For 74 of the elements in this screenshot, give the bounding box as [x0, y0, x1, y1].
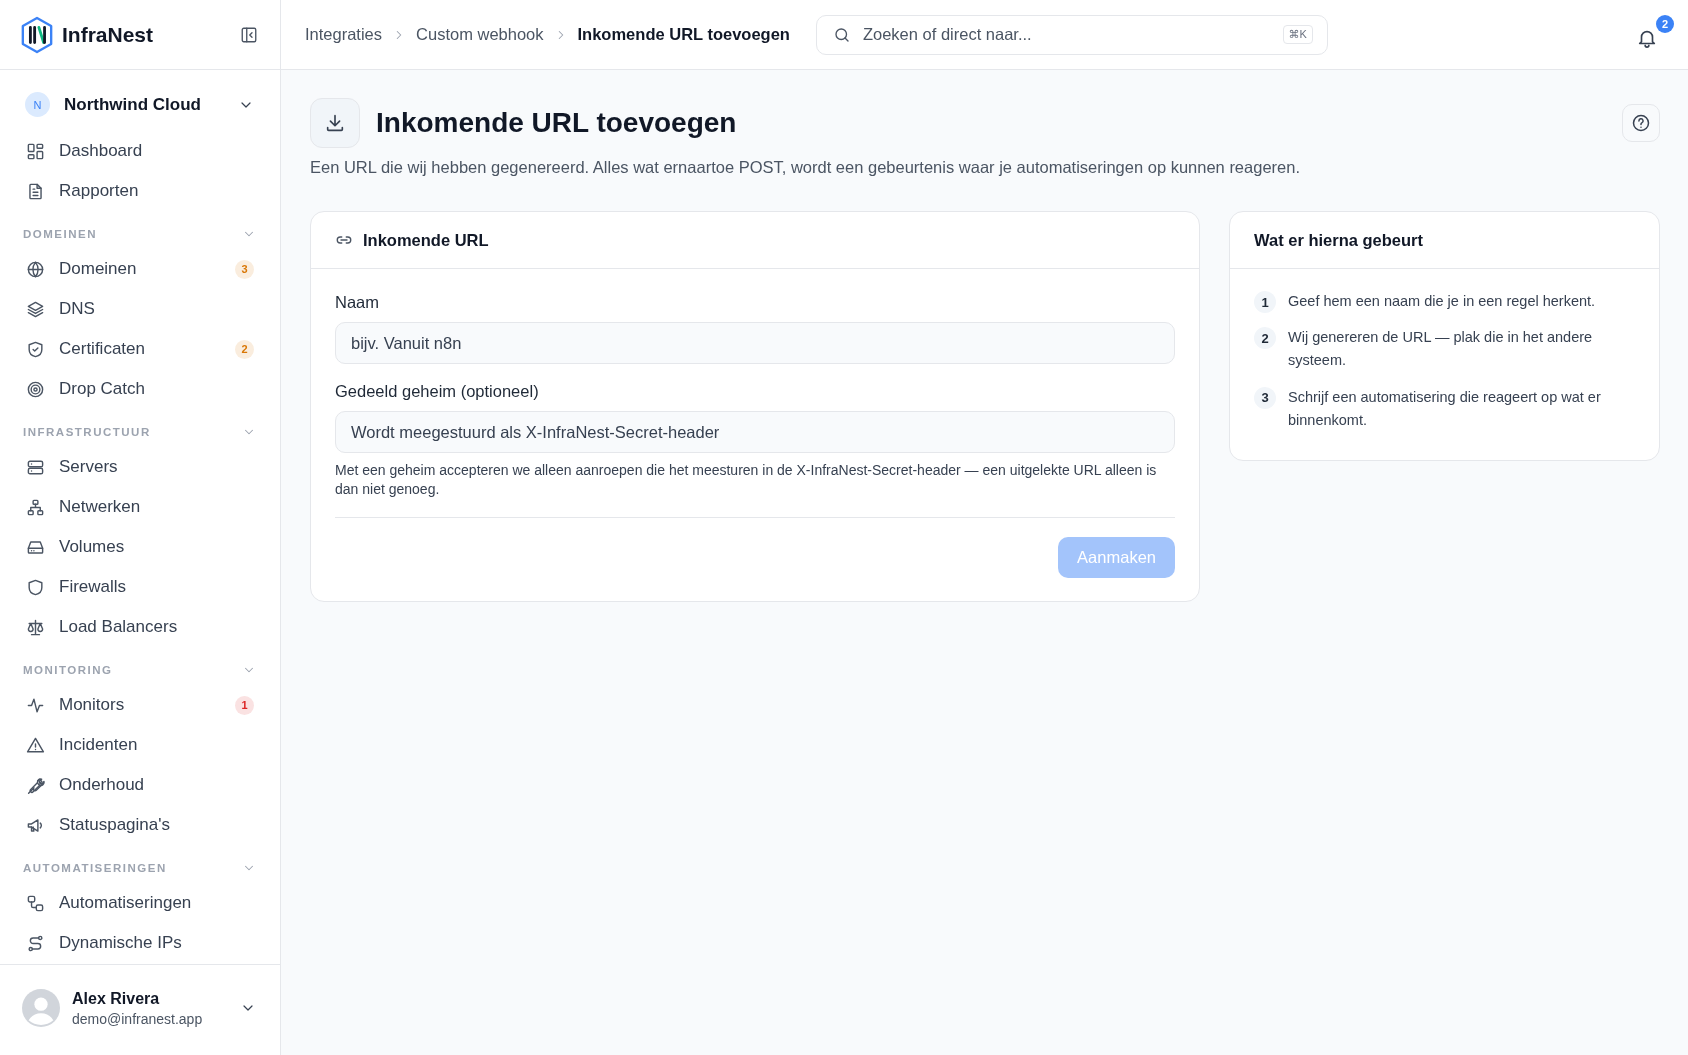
- page-description: Een URL die wij hebben gegenereerd. Alles wat ernaartoe POST, wordt een gebeurtenis waar je automatiseringen op kunnen reageren.: [310, 158, 1301, 177]
- sidebar-collapse-icon[interactable]: [240, 25, 258, 44]
- count-badge: 1: [235, 695, 254, 715]
- nav-icon: [26, 457, 45, 477]
- nav-item[interactable]: Drop Catch: [0, 369, 280, 409]
- nav-item[interactable]: DNS: [0, 289, 280, 329]
- page-title: Inkomende URL toevoegen: [376, 107, 738, 139]
- count-badge: 2: [235, 339, 254, 359]
- field-label: Naam: [335, 293, 380, 312]
- help-icon: [1631, 113, 1651, 133]
- nav-icon: [26, 775, 45, 795]
- nav-item[interactable]: Certificaten 2: [0, 329, 280, 369]
- nav-item[interactable]: Firewalls: [0, 567, 280, 607]
- avatar-silhouette-icon: [22, 989, 60, 1027]
- nav-item[interactable]: Statuspagina's: [0, 805, 280, 845]
- user-name: Alex Rivera: [72, 989, 161, 1008]
- text-input[interactable]: Wordt meegestuurd als X-InfraNest-Secret-header: [335, 411, 1175, 453]
- notifications-button[interactable]: 2: [1632, 14, 1674, 55]
- nav-item[interactable]: Automatiseringen: [0, 883, 280, 923]
- breadcrumb-link[interactable]: Integraties: [305, 25, 383, 44]
- nav-icon: [26, 339, 45, 359]
- step-number: 2: [1254, 327, 1276, 350]
- step-text: Geef hem een naam die je in een regel herkent.: [1288, 292, 1596, 311]
- user-email: demo@infranest.app: [72, 1010, 204, 1027]
- search-bar[interactable]: Zoeken of direct naar... ⌘K: [815, 14, 1328, 55]
- section-title: MONITORING: [23, 664, 113, 676]
- nav-item[interactable]: Load Balancers: [0, 607, 280, 647]
- text-input[interactable]: bijv. Vanuit n8n: [335, 322, 1175, 364]
- nav-item[interactable]: Rapporten: [0, 171, 280, 211]
- nav-item[interactable]: Dashboard: [0, 131, 280, 171]
- search-icon: [832, 25, 851, 44]
- nav-item[interactable]: Volumes: [0, 527, 280, 567]
- field-label: Gedeeld geheim (optioneel): [335, 382, 540, 401]
- card-title: Wat er hierna gebeurt: [1254, 230, 1423, 250]
- nav-icon: [26, 141, 45, 161]
- nav-icon: [26, 497, 45, 517]
- nav-item[interactable]: Onderhoud: [0, 765, 280, 805]
- search-field[interactable]: Zoeken of direct naar...: [860, 24, 1273, 45]
- field-help-text: Met een geheim accepteren we alleen aanroepen die het meesturen in de X-InfraNest-Secret-header — een uitgelekte URL alleen is dan niet genoeg.: [335, 461, 1158, 499]
- nav-icon: [26, 299, 45, 319]
- breadcrumb-link[interactable]: Custom webhook: [416, 25, 544, 44]
- section-title: DOMEINEN: [23, 228, 97, 240]
- nav-icon: [26, 617, 45, 637]
- download-icon: [310, 98, 360, 148]
- nav-icon: [26, 181, 45, 201]
- nav-item[interactable]: Monitors 1: [0, 685, 280, 725]
- nav-icon: [26, 379, 45, 399]
- section-title: AUTOMATISERINGEN: [23, 862, 167, 874]
- nav-icon: [26, 259, 45, 279]
- nav-item[interactable]: Dynamische IPs: [0, 923, 280, 963]
- step-number: 1: [1254, 291, 1276, 313]
- brand-name: InfraNest: [62, 22, 154, 47]
- user-menu[interactable]: Alex Rivera demo@infranest.app: [0, 964, 280, 1055]
- help-button[interactable]: [1622, 104, 1660, 142]
- nav-icon: [26, 933, 45, 953]
- hexagon-logo-icon: [20, 15, 54, 54]
- nav-icon: [26, 577, 45, 597]
- step-text: Wij genereren de URL — plak die in het andere systeem.: [1288, 328, 1594, 371]
- nav-item[interactable]: Domeinen 3: [0, 249, 280, 289]
- step-text: Schrijf een automatisering die reageert op wat er binnenkomt.: [1288, 387, 1602, 430]
- card-title: Inkomende URL: [363, 230, 489, 250]
- shortcut-hint: ⌘K: [1282, 25, 1313, 44]
- nav-icon: [26, 893, 45, 913]
- step-number: 3: [1254, 386, 1276, 409]
- nav-item[interactable]: Netwerken: [0, 487, 280, 527]
- organization-selector[interactable]: N Northwind Cloud: [0, 70, 280, 131]
- organization-avatar: N: [25, 92, 50, 117]
- count-badge: 3: [235, 259, 254, 279]
- nav-icon: [26, 735, 45, 755]
- nav-item[interactable]: Servers: [0, 447, 280, 487]
- section-title: INFRASTRUCTUUR: [23, 426, 151, 438]
- breadcrumb-link[interactable]: Inkomende URL toevoegen: [577, 25, 790, 44]
- notification-count: 2: [1656, 14, 1674, 33]
- nav-item[interactable]: Incidenten: [0, 725, 280, 765]
